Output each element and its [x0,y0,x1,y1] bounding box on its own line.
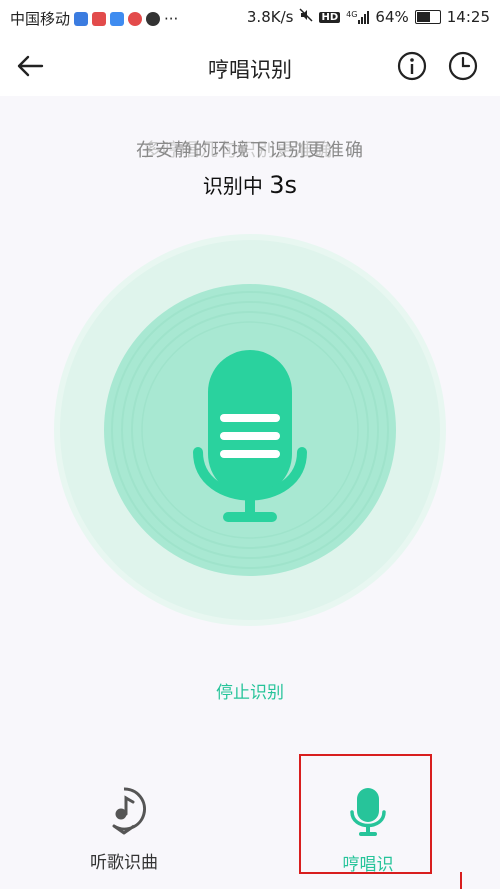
network-type: 4G [346,10,358,19]
battery-icon [414,10,441,24]
tip-text: 在安静的环境下识别更准确 [136,140,364,161]
history-button[interactable] [447,50,479,82]
status-prefix: 识别中 [202,174,263,198]
tab-listen-label: 听歌识曲 [90,853,158,873]
location-app-icon [128,11,143,26]
chat-app-icon [146,11,161,26]
status-bar: 中国移动 ··· 3.8K/s HD 4G 64% 14:25 [0,0,500,36]
app-bar: 哼唱识别 [0,36,500,96]
clock-icon [448,51,478,81]
baidu-app-icon [110,11,125,26]
more-notifications: ··· [164,9,179,28]
info-button[interactable] [396,50,428,82]
network-speed: 3.8K/s [246,8,294,26]
clock: 14:25 [446,8,490,26]
paw-app-icon [74,11,89,26]
chart-app-icon [92,11,107,26]
music-note-icon [112,787,146,835]
highlight-mark [460,872,462,889]
battery-percent: 64% [375,8,409,26]
mute-icon [299,8,313,26]
highlight-box [299,754,432,874]
elapsed-seconds: 3s [269,171,298,199]
hd-badge: HD [319,11,341,23]
signal-icon: 4G [346,10,370,24]
info-icon [397,51,427,81]
tab-listen-recognize[interactable]: 听歌识曲 [54,786,194,873]
mic-visual[interactable] [52,232,448,628]
stop-recognition-button[interactable]: 停止识别 [0,678,500,703]
carrier-label: 中国移动 [10,10,71,28]
recognizing-status: 识别中 3s [0,170,500,199]
